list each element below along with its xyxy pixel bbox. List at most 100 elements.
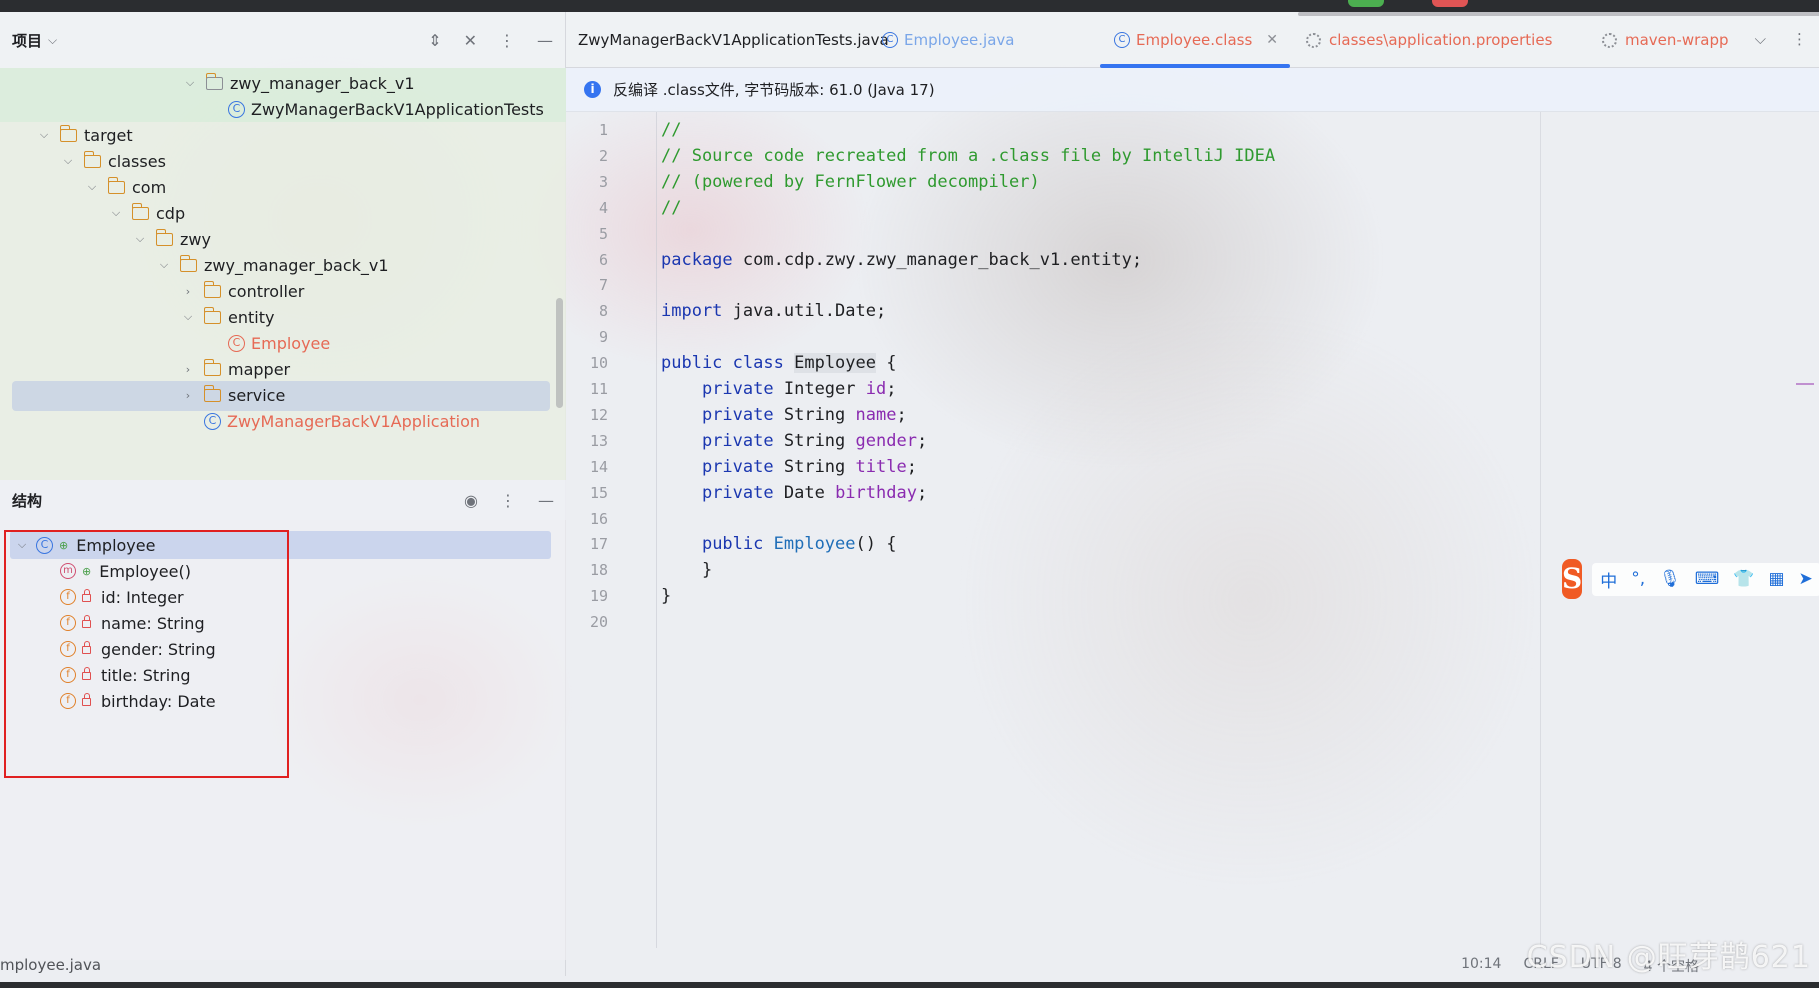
grid-icon[interactable]: ▦ [1768,569,1784,589]
tab-label: ZwyManagerBackV1ApplicationTests.java [578,31,889,49]
tree-node-label: zwy [180,229,211,249]
project-tree: ⌵ zwy_manager_back_v1 C ZwyManagerBackV1… [0,68,566,480]
chevron-down-icon[interactable]: ⌵ [132,232,148,246]
code-text: } [661,586,672,607]
decompile-info-bar: i 反编译 .class文件, 字节码版本: 61.0 (Java 17) [566,68,1819,112]
green-indicator [1348,0,1384,7]
chevron-down-icon[interactable]: ⌵ [60,154,76,168]
window-top-bar [0,0,1819,12]
keyboard-icon[interactable]: ⌨ [1695,569,1720,589]
minimize-icon[interactable]: — [538,491,554,510]
line-number: 9 [598,328,608,347]
code-text: // (powered by FernFlower decompiler) [661,171,1040,192]
tree-node-label: controller [228,281,305,301]
line-number: 19 [589,587,608,606]
line-number: 13 [589,431,608,450]
code-text: private Integer id; [701,379,897,399]
code-editor[interactable]: 1 // 2 // Source code recreated from a .cla… [566,112,1819,948]
tree-node[interactable]: C ZwyManagerBackV1Application [204,406,480,436]
eye-icon[interactable]: ◉ [464,491,478,510]
folder-icon [131,202,149,220]
tab-maven-wrapper[interactable]: maven-wrapp [1602,12,1729,68]
ime-mode-label[interactable]: 中 [1600,567,1617,592]
tab-application-properties[interactable]: classes\application.properties [1306,12,1552,68]
line-number: 17 [589,535,608,554]
line-number: 16 [589,509,608,528]
project-panel-title[interactable]: 项目 [12,30,42,51]
structure-panel-title: 结构 [12,491,43,510]
gear-icon [1602,32,1617,48]
line-number: 15 [589,483,608,502]
code-text: private String name; [701,404,907,425]
more-options-icon[interactable]: ⋮ [500,491,516,510]
folder-icon [203,280,221,298]
tab-application-tests[interactable]: ZwyManagerBackV1ApplicationTests.java [578,12,889,68]
tree-node-label: zwy_manager_back_v1 [230,73,415,93]
status-position[interactable]: 10:14 [1461,956,1501,976]
chevron-right-icon[interactable]: › [180,285,196,298]
chevron-down-icon[interactable]: ⌵ [156,258,172,272]
chevron-right-icon[interactable]: › [180,363,196,376]
tab-label: maven-wrapp [1625,31,1729,49]
tab-label: classes\application.properties [1329,31,1553,49]
line-number: 6 [598,250,608,269]
line-number: 5 [598,224,608,243]
expand-all-icon[interactable]: ⇕ [428,31,441,50]
bottom-strip [0,982,1819,988]
red-indicator [1432,0,1468,7]
sogou-logo-icon[interactable]: S [1562,559,1583,599]
line-number: 7 [598,276,608,295]
code-text: private Date birthday; [701,482,928,503]
tab-employee-java[interactable]: C Employee.java [882,12,1015,68]
more-icon[interactable]: ➤ [1799,569,1813,589]
minimize-icon[interactable]: — [537,31,553,50]
watermark: CSDN @旺芽鹊621 [1526,940,1811,975]
folder-icon [203,306,221,324]
left-tool-window: 项目 ⌵ ⇕ ✕ ⋮ — ⌵ zwy_manager_back_v1 C Zwy… [0,12,566,976]
chevron-down-icon[interactable]: ⌵ [180,310,196,324]
tree-node-label: ZwyManagerBackV1ApplicationTests [251,99,544,119]
folder-icon [155,228,173,246]
line-number: 12 [589,405,608,424]
code-text: public Employee() { [701,534,897,555]
class-icon: C [228,334,245,352]
chevron-down-icon[interactable]: ⌵ [1755,30,1766,48]
code-text: private String title; [701,456,917,477]
more-options-icon[interactable]: ⋮ [499,31,515,50]
tree-scrollbar[interactable] [556,298,563,408]
code-text: package com.cdp.zwy.zwy_manager_back_v1.… [661,249,1143,270]
tree-node-label: mapper [228,359,291,379]
folder-icon [203,384,221,402]
tree-node-label: com [132,177,167,197]
folder-icon [179,254,197,272]
mic-icon[interactable]: 🎙 [1659,569,1681,589]
line-number: 1 [598,121,608,139]
shirt-icon[interactable]: 👕 [1733,569,1754,589]
annotation-red-box [4,530,289,778]
line-number: 20 [589,613,608,632]
line-number: 3 [598,172,608,191]
code-text: // Source code recreated from a .class f… [661,145,1276,166]
collapse-all-icon[interactable]: ✕ [464,31,477,50]
close-icon[interactable]: ✕ [1266,32,1278,48]
chevron-down-icon[interactable]: ⌵ [182,76,198,90]
ime-toolbar: S 中 °, 🎙 ⌨ 👕 ▦ ➤ [1558,557,1819,601]
tree-node-label: service [228,385,286,405]
chevron-down-icon[interactable]: ⌵ [84,180,100,194]
punctuation-label[interactable]: °, [1631,569,1645,589]
chevron-right-icon[interactable]: › [180,389,196,402]
code-text: private String gender; [701,430,928,451]
chevron-down-icon[interactable]: ⌵ [48,33,57,48]
code-text: // [661,120,682,140]
more-options-icon[interactable]: ⋮ [1792,30,1807,48]
tab-employee-class[interactable]: C Employee.class ✕ [1100,12,1291,68]
chevron-down-icon[interactable]: ⌵ [108,206,124,220]
line-number: 2 [598,146,608,165]
tree-node-label: target [84,125,133,145]
chevron-down-icon[interactable]: ⌵ [36,128,52,142]
line-number: 10 [589,354,608,373]
tree-node[interactable]: C ZwyManagerBackV1ApplicationTests [228,94,544,124]
tree-node-label: classes [108,151,166,171]
folder-icon [203,358,221,376]
class-icon: C [228,100,245,118]
